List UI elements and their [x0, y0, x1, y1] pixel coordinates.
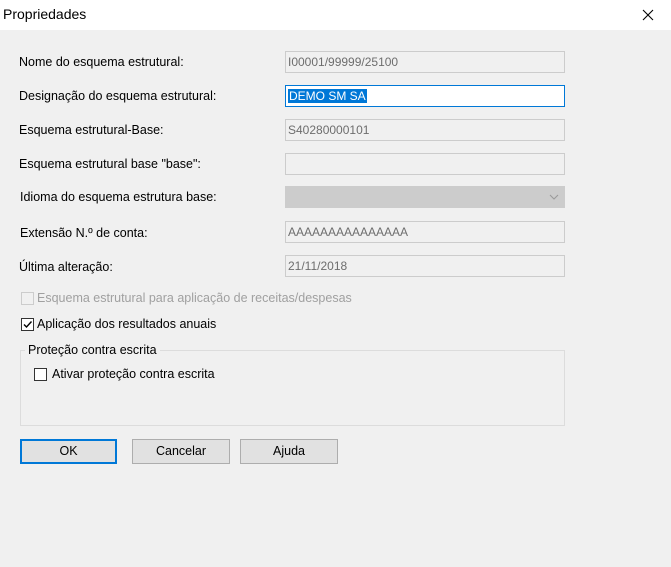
chevron-down-icon	[549, 194, 559, 200]
close-icon	[642, 9, 654, 21]
help-button[interactable]: Ajuda	[240, 439, 338, 464]
protecao-label: Ativar proteção contra escrita	[52, 367, 215, 381]
resultados-label: Aplicação dos resultados anuais	[37, 317, 217, 331]
extensao-field: AAAAAAAAAAAAAAA	[285, 221, 565, 243]
protecao-checkbox[interactable]	[34, 368, 47, 381]
idioma-dropdown	[285, 186, 565, 208]
close-button[interactable]	[625, 0, 671, 30]
checkmark-icon	[23, 321, 33, 329]
designacao-value: DEMO SM SA	[288, 89, 367, 103]
designacao-label: Designação do esquema estrutural:	[19, 89, 217, 103]
extensao-label: Extensão N.º de conta:	[20, 226, 148, 240]
designacao-field[interactable]: DEMO SM SA	[285, 85, 565, 107]
protecao-groupbox	[20, 350, 565, 426]
protecao-group-title: Proteção contra escrita	[25, 343, 160, 358]
base-label: Esquema estrutural-Base:	[19, 123, 164, 137]
window-title: Propriedades	[3, 6, 87, 22]
ultima-label: Última alteração:	[19, 260, 113, 274]
nome-label: Nome do esquema estrutural:	[19, 55, 184, 69]
ok-button[interactable]: OK	[20, 439, 117, 464]
title-bar: Propriedades	[0, 0, 671, 30]
base-base-field	[285, 153, 565, 175]
base-base-label: Esquema estrutural base "base":	[19, 157, 201, 171]
base-field: S40280000101	[285, 119, 565, 141]
resultados-checkbox[interactable]	[21, 318, 34, 331]
receitas-checkbox	[21, 292, 34, 305]
cancel-button[interactable]: Cancelar	[132, 439, 230, 464]
ultima-field: 21/11/2018	[285, 255, 565, 277]
receitas-label: Esquema estrutural para aplicação de rec…	[37, 291, 352, 305]
idioma-label: Idioma do esquema estrutura base:	[20, 190, 217, 204]
nome-field: I00001/99999/25100	[285, 51, 565, 73]
